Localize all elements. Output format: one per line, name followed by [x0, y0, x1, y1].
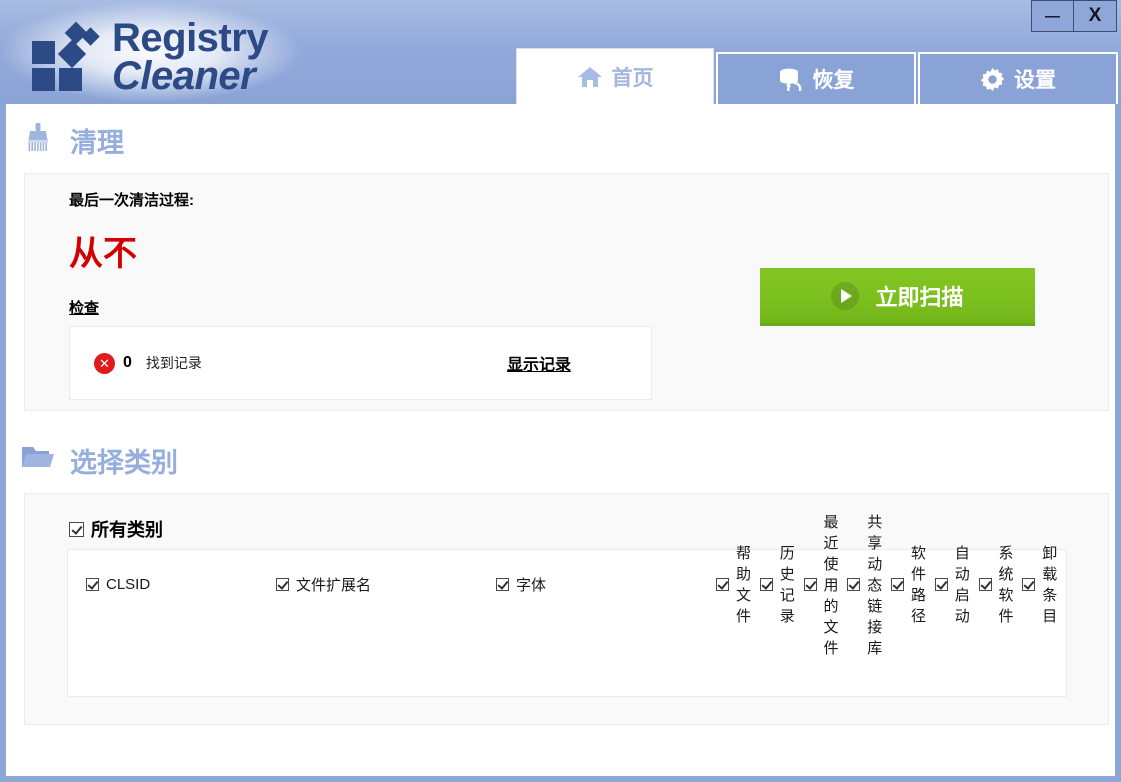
last-clean-label: 最后一次清洁过程: [69, 189, 194, 210]
tab-restore-label: 恢复 [813, 64, 855, 94]
category-item[interactable]: 历史记录 [760, 568, 804, 600]
restore-icon [778, 67, 804, 91]
category-label: 共享动态链接库 [867, 511, 891, 658]
category-checkbox[interactable] [891, 578, 904, 591]
logo-squares-icon [30, 26, 102, 88]
category-label: 自动启动 [955, 542, 979, 626]
tab-home[interactable]: 首页 [516, 48, 714, 104]
folder-icon [20, 443, 56, 478]
records-text: 找到记录 [146, 353, 202, 373]
show-records-link[interactable]: 显示记录 [507, 351, 571, 375]
category-item[interactable]: 字体 [496, 568, 716, 600]
category-label: 文件扩展名 [296, 574, 371, 595]
all-categories-checkbox[interactable] [69, 522, 84, 537]
category-label: 历史记录 [780, 542, 804, 626]
logo-wordmark: Registry Cleaner [112, 18, 268, 95]
category-checkbox[interactable] [847, 578, 860, 591]
app-logo: Registry Cleaner [30, 18, 268, 95]
category-section-title: 选择类别 [70, 441, 178, 480]
scan-now-label: 立即扫描 [875, 280, 963, 312]
category-checkbox[interactable] [276, 578, 289, 591]
app-window: Registry Cleaner — X 首页 [0, 0, 1121, 782]
category-label: 最近使用的文件 [824, 511, 848, 658]
scan-now-button[interactable]: 立即扫描 [760, 268, 1035, 326]
category-label: CLSID [106, 576, 150, 593]
category-grid: CLSID 文件扩展名 字体 帮助文件 历史记录 最近使用的文件 共享动态链接库… [67, 549, 1067, 697]
nav-tabs: 首页 恢复 [516, 48, 1118, 104]
category-item[interactable]: 共享动态链接库 [847, 568, 891, 600]
all-categories-label: 所有类别 [91, 516, 163, 542]
category-checkbox[interactable] [979, 578, 992, 591]
category-checkbox[interactable] [496, 578, 509, 591]
category-checkbox[interactable] [804, 578, 817, 591]
logo-line-2: Cleaner [112, 58, 268, 96]
records-box: ✕ 0 找到记录 显示记录 [69, 326, 652, 400]
records-status: ✕ 0 找到记录 [94, 353, 507, 374]
category-item[interactable]: 帮助文件 [716, 568, 760, 600]
tab-restore[interactable]: 恢复 [716, 52, 916, 104]
tab-settings-label: 设置 [1014, 64, 1056, 94]
error-x-icon: ✕ [94, 353, 115, 374]
clean-section-title: 清理 [70, 121, 124, 160]
clean-panel: 最后一次清洁过程: 从不 检查 ✕ 0 找到记录 显示记录 立即扫描 [24, 173, 1109, 411]
category-section-header: 选择类别 [6, 435, 178, 485]
category-checkbox[interactable] [86, 578, 99, 591]
window-controls: — X [1031, 0, 1117, 32]
minimize-button[interactable]: — [1032, 1, 1074, 31]
close-button[interactable]: X [1074, 1, 1116, 31]
category-checkbox[interactable] [760, 578, 773, 591]
category-label: 字体 [516, 574, 546, 595]
category-checkbox[interactable] [1022, 578, 1035, 591]
category-label: 系统软件 [999, 542, 1023, 626]
category-item[interactable]: 系统软件 [979, 568, 1023, 600]
category-checkbox[interactable] [935, 578, 948, 591]
category-item[interactable]: 文件扩展名 [276, 568, 496, 600]
category-panel: 所有类别 CLSID 文件扩展名 字体 帮助文件 历史记录 最近使用的文件 共享… [24, 493, 1109, 725]
clean-section-header: 清理 [6, 115, 124, 165]
gear-icon [980, 67, 1005, 92]
brush-icon [20, 120, 56, 161]
category-label: 软件路径 [911, 542, 935, 626]
title-bar: Registry Cleaner — X 首页 [0, 0, 1121, 104]
tab-home-label: 首页 [612, 62, 654, 92]
logo-line-1: Registry [112, 20, 268, 58]
category-item[interactable]: CLSID [86, 568, 276, 600]
records-count: 0 [123, 354, 132, 372]
tab-settings[interactable]: 设置 [918, 52, 1118, 104]
check-label: 检查 [69, 297, 99, 318]
category-label: 帮助文件 [736, 542, 760, 626]
category-item[interactable]: 卸载条目 [1022, 568, 1066, 600]
category-label: 卸载条目 [1042, 542, 1066, 626]
category-item[interactable]: 软件路径 [891, 568, 935, 600]
last-clean-value: 从不 [69, 226, 137, 275]
home-icon [577, 65, 603, 89]
category-item[interactable]: 最近使用的文件 [804, 568, 848, 600]
play-icon [831, 282, 859, 310]
category-item[interactable]: 自动启动 [935, 568, 979, 600]
category-checkbox[interactable] [716, 578, 729, 591]
all-categories-row[interactable]: 所有类别 [69, 516, 163, 542]
